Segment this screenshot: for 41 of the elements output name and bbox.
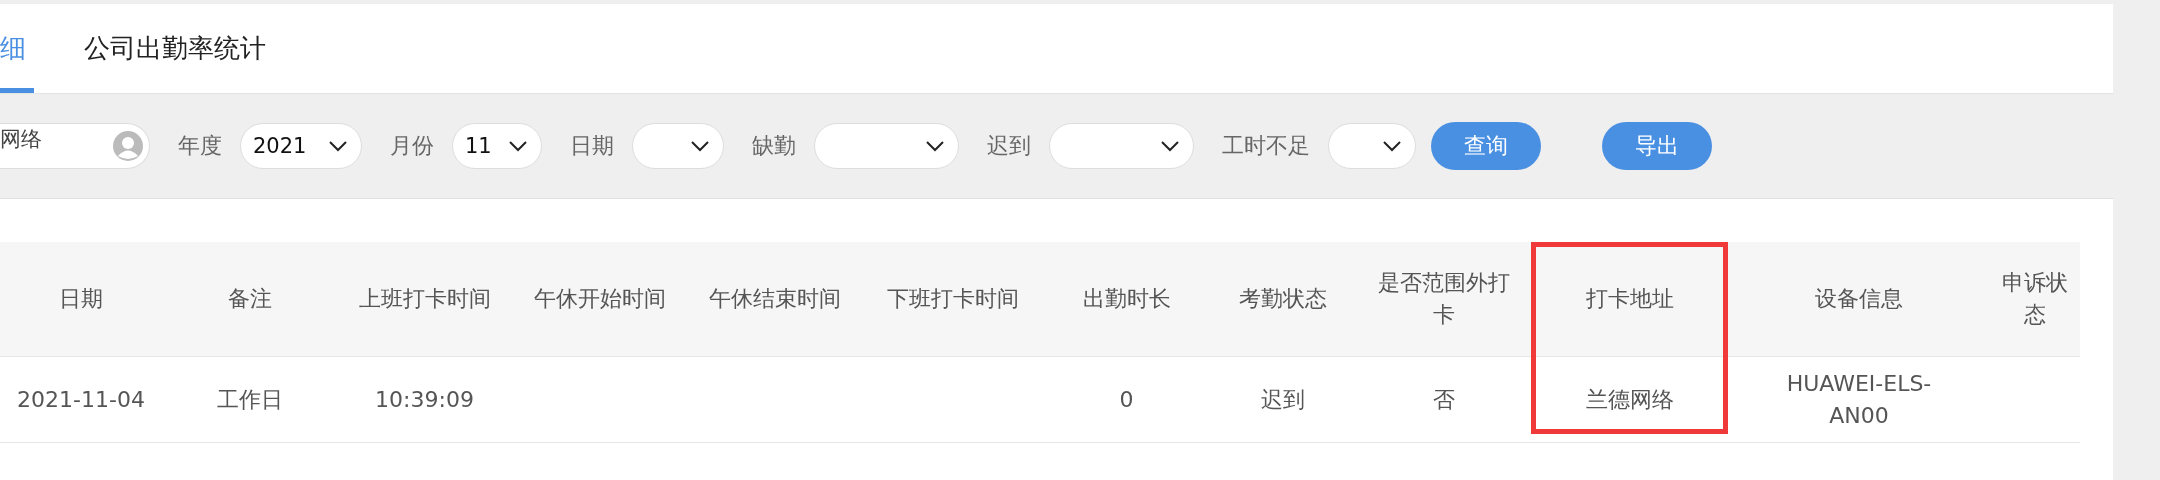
column-header: 打卡地址 (1585, 285, 1674, 314)
select-field[interactable]: 11 (452, 123, 542, 169)
chevron-down-icon (329, 140, 347, 152)
select-field[interactable] (814, 123, 959, 169)
search-field[interactable]: 网络 (0, 123, 150, 169)
column-header: 是否范围外打卡 (1376, 269, 1511, 329)
select-field[interactable]: 2021 (240, 123, 362, 169)
chevron-down-icon (926, 140, 944, 152)
chevron-down-icon (1161, 140, 1179, 152)
column-header: 午休结束时间 (708, 285, 841, 314)
column-header: 考勤状态 (1238, 285, 1327, 314)
table-cell-text: 工作日 (216, 385, 283, 414)
tab[interactable]: 公司出勤率统计 (84, 4, 266, 93)
chevron-down-icon (509, 140, 527, 152)
column-header: 出勤时长 (1082, 285, 1171, 314)
user-icon (113, 131, 143, 161)
table-cell-text: HUAWEI-ELS-AN00 (1785, 369, 1933, 430)
table-cell-text: 2021-11-04 (17, 385, 145, 414)
column-header: 备注 (227, 285, 272, 314)
select-field[interactable] (1328, 123, 1416, 169)
column-header: 下班打卡时间 (887, 285, 1019, 314)
column-header: 申诉状态 (2001, 269, 2069, 329)
table-cell-text: 0 (1119, 385, 1134, 414)
column-header: 日期 (59, 285, 103, 314)
filter-label: 缺勤 (752, 132, 796, 160)
column-header: 上班打卡时间 (358, 285, 491, 314)
filter-label: 工时不足 (1222, 132, 1310, 160)
column-header: 午休开始时间 (533, 285, 666, 314)
select-field[interactable] (632, 123, 724, 169)
table-cell-text: 迟到 (1260, 385, 1305, 414)
filter-label: 月份 (390, 132, 434, 160)
table-cell-text: 兰德网络 (1585, 385, 1674, 414)
filter-label: 迟到 (987, 132, 1031, 160)
column-header: 设备信息 (1815, 285, 1903, 314)
chevron-down-icon (691, 140, 709, 152)
table-cell-text: 10:39:09 (375, 385, 474, 414)
table-cell-text: 否 (1432, 385, 1455, 414)
select-field[interactable] (1049, 123, 1194, 169)
filter-label: 年度 (178, 132, 222, 160)
chevron-down-icon (1383, 140, 1401, 152)
filter-label: 日期 (570, 132, 614, 160)
